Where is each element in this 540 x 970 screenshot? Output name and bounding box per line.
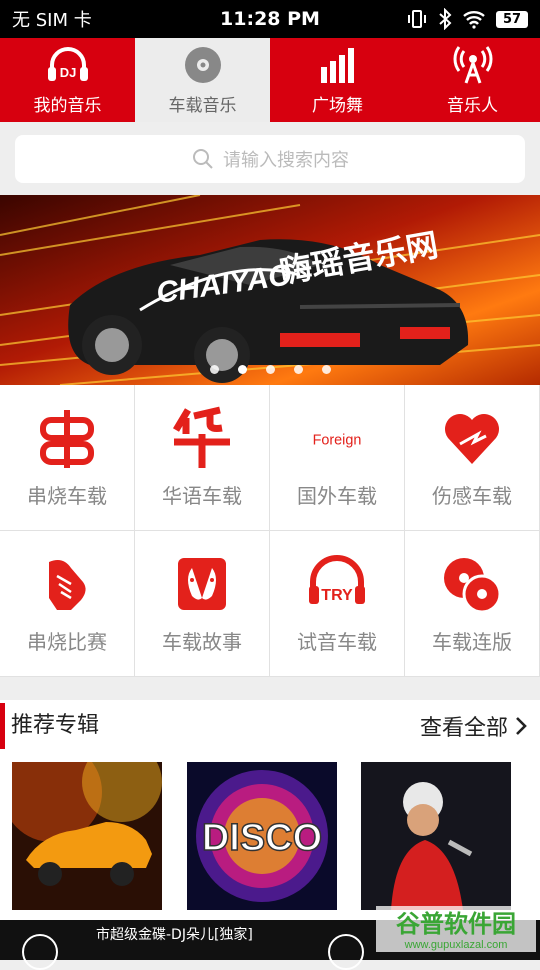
category-label: 伤感车载 [432, 484, 512, 508]
tab-musician[interactable]: 音乐人 [405, 38, 540, 122]
tab-label: 我的音乐 [33, 95, 102, 116]
tab-my-music[interactable]: DJ 我的音乐 [0, 38, 135, 122]
discs-icon [444, 558, 502, 614]
broken-heart-icon [445, 414, 499, 464]
category-chinese-car[interactable]: 华语车载 [135, 385, 270, 531]
category-label: 串烧比赛 [27, 630, 107, 654]
category-label: 国外车载 [297, 484, 377, 508]
tab-car-music[interactable]: 车载音乐 [135, 38, 270, 122]
category-sad-car[interactable]: 伤感车载 [405, 385, 540, 531]
svg-text:DJ: DJ [59, 65, 76, 80]
category-chuanshao-car[interactable]: 串烧车载 [0, 385, 135, 531]
try-headphone-icon: TRY [309, 555, 365, 604]
category-label: 华语车载 [162, 484, 242, 508]
carousel-indicator [0, 365, 540, 374]
category-car-story[interactable]: 车载故事 [135, 531, 270, 677]
tab-label: 广场舞 [312, 95, 363, 116]
category-car-series[interactable]: 车载连版 [405, 531, 540, 677]
playlist-button[interactable] [22, 934, 58, 970]
svg-text:TRY: TRY [321, 587, 353, 604]
pause-button[interactable] [328, 934, 364, 970]
bar-chart-icon [320, 47, 354, 83]
section-title: 推荐专辑 [0, 703, 99, 749]
status-bar: 无 SIM 卡 11:28 PM 57 [0, 0, 540, 38]
recommend-header: 推荐专辑 查看全部 [0, 700, 540, 752]
top-nav: DJ 我的音乐 车载音乐 广场舞 音乐人 [0, 38, 540, 122]
category-grid: 串烧车载 华语车载 Foreign 国外车载 伤感车载 串烧比赛 车载故事 TR… [0, 385, 540, 677]
carousel-dot [321, 365, 331, 374]
album-card[interactable]: DISCO [187, 762, 337, 910]
svg-text:DISCO: DISCO [202, 817, 322, 859]
tab-label: 音乐人 [447, 95, 498, 116]
foreign-icon: Foreign [313, 432, 362, 448]
search-icon [193, 149, 213, 169]
faces-icon [178, 558, 226, 610]
handshake-icon [49, 560, 86, 610]
category-chuanshao-contest[interactable]: 串烧比赛 [0, 531, 135, 677]
category-try-car[interactable]: TRY 试音车载 [270, 531, 405, 677]
clock: 11:28 PM [220, 8, 320, 30]
disc-icon [184, 46, 221, 83]
chevron-right-icon [516, 717, 527, 735]
search-placeholder: 请输入搜索内容 [223, 150, 349, 171]
svg-text:www.gupuxlazal.com: www.gupuxlazal.com [404, 939, 508, 951]
view-all-link[interactable]: 查看全部 [420, 710, 528, 742]
hua-icon [172, 406, 230, 468]
category-label: 串烧车载 [27, 484, 107, 508]
carousel-dot [265, 365, 275, 374]
album-list: DISCO [0, 752, 540, 920]
view-all-label: 查看全部 [419, 716, 508, 741]
chuan-icon [40, 410, 94, 468]
category-foreign-car[interactable]: Foreign 国外车载 [270, 385, 405, 531]
svg-text:谷普软件园: 谷普软件园 [396, 910, 516, 938]
tab-label: 车载音乐 [168, 95, 237, 116]
watermark: 谷普软件园 www.gupuxlazal.com [376, 906, 536, 952]
carousel-dot [209, 365, 219, 374]
search-area: 请输入搜索内容 [0, 122, 540, 195]
album-cover-singer [361, 762, 511, 910]
svg-text:Foreign: Foreign [313, 432, 362, 448]
album-cover-sports-car [12, 762, 162, 910]
tab-square-dance[interactable]: 广场舞 [270, 38, 405, 122]
carousel-dot [293, 365, 303, 374]
category-label: 试音车载 [297, 630, 377, 654]
watermark-image: 谷普软件园 www.gupuxlazal.com [376, 906, 536, 952]
category-label: 车载故事 [162, 630, 242, 654]
album-cover-disco: DISCO [187, 762, 337, 910]
category-label: 车载连版 [432, 630, 512, 654]
banner-carousel[interactable]: CHAIYAO 嗨瑶音乐网 [0, 195, 540, 385]
track-title: 市超级金碟-DJ朵儿[独家] [96, 927, 253, 943]
album-card[interactable] [361, 762, 511, 910]
carousel-dot [237, 365, 247, 374]
dj-headphone-icon: DJ [47, 46, 88, 81]
radio-tower-icon [453, 45, 492, 83]
search-input[interactable]: 请输入搜索内容 [15, 135, 525, 183]
banner-image: CHAIYAO 嗨瑶音乐网 [0, 195, 540, 385]
album-card[interactable] [12, 762, 162, 910]
